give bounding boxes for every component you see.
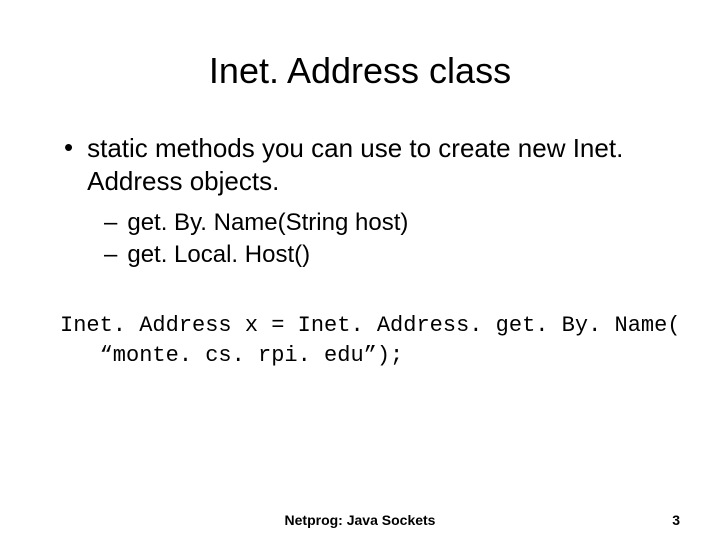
bullet-sub-2: – get. Local. Host() [104,241,660,269]
footer-page-number: 3 [672,512,680,528]
bullet-main: • static methods you can use to create n… [60,132,660,197]
footer-center-text: Netprog: Java Sockets [285,512,436,528]
slide-title: Inet. Address class [60,50,660,92]
bullet-sub-1-text: get. By. Name(String host) [127,209,408,237]
code-line-1: Inet. Address x = Inet. Address. get. By… [60,313,681,338]
bullet-sub-2-text: get. Local. Host() [127,241,310,269]
dash-icon: – [104,241,117,269]
bullet-sub-1: – get. By. Name(String host) [104,209,660,237]
code-line-2: “monte. cs. rpi. edu”); [60,343,403,368]
bullet-dot-icon: • [64,132,73,163]
bullet-main-text: static methods you can use to create new… [87,132,660,197]
code-block: Inet. Address x = Inet. Address. get. By… [60,311,660,370]
dash-icon: – [104,209,117,237]
